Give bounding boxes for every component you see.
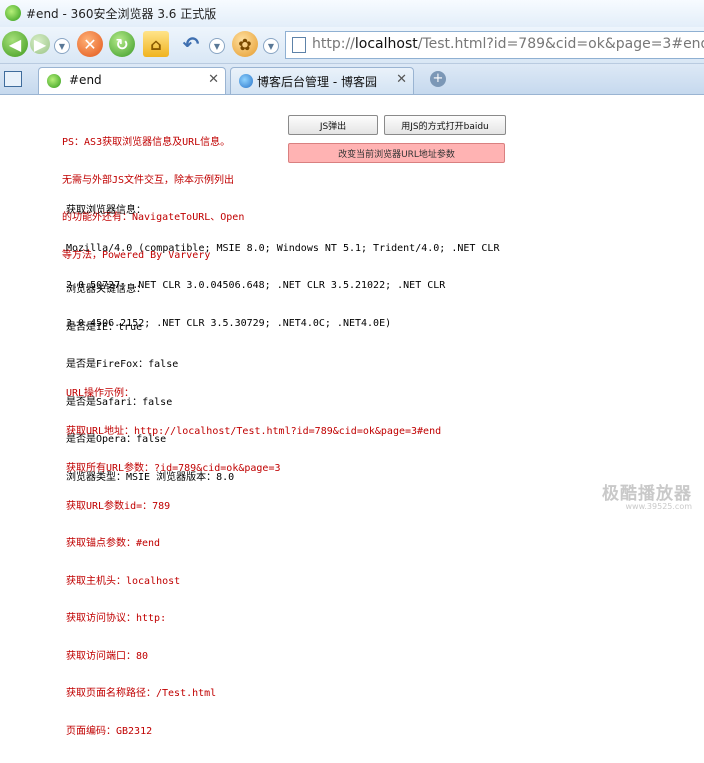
url-line: 获取所有URL参数：?id=789&cid=ok&page=3	[66, 463, 281, 474]
title-bar: #end - 360安全浏览器 3.6 正式版	[0, 0, 704, 28]
js-popup-button[interactable]: JS弹出	[288, 115, 378, 135]
url-line: 页面编码：GB2312	[66, 725, 153, 737]
watermark-title: 极酷播放器	[602, 484, 692, 504]
tab-label: 博客后台管理 - 博客园	[257, 75, 377, 89]
browser-logo-icon	[5, 5, 21, 21]
paw-dropdown-icon[interactable]: ▼	[263, 38, 279, 54]
key-info-heading: 浏览器关键信息：	[66, 284, 146, 295]
tab-blog-admin[interactable]: 博客后台管理 - 博客园 ✕	[230, 67, 414, 94]
watermark: 极酷播放器 www.39525.com	[602, 479, 692, 511]
navigation-toolbar: ◀ ▶ ▼ ✕ ↻ ⌂ ↶ ▼ ✿ ▼ http://localhost/Tes…	[0, 27, 704, 64]
close-tab-icon[interactable]: ✕	[208, 72, 219, 87]
stop-icon[interactable]: ✕	[77, 31, 103, 57]
url-examples: URL操作示例： 获取URL地址：http://localhost/Test.h…	[66, 363, 441, 763]
url-line: 获取URL参数id=：789	[66, 500, 171, 512]
sidebar-toggle-icon[interactable]	[4, 71, 22, 87]
address-url[interactable]: http://localhost/Test.html?id=789&cid=ok…	[312, 36, 704, 52]
browser-info-heading: 获取浏览器信息：	[66, 205, 146, 216]
tab-end[interactable]: #end ✕	[38, 67, 226, 94]
window-title: #end - 360安全浏览器 3.6 正式版	[26, 7, 217, 21]
url-line: 获取锚点参数：#end	[66, 538, 161, 549]
page-content: PS：AS3获取浏览器信息及URL信息。 无需与外部JS文件交互，除本示例列出 …	[0, 95, 704, 737]
browser-info-line: Mozilla/4.0 (compatible; MSIE 8.0; Windo…	[66, 242, 500, 254]
page-icon	[292, 37, 306, 53]
refresh-icon[interactable]: ↻	[109, 31, 135, 57]
tab-favicon-icon	[47, 74, 61, 88]
forward-arrow-icon[interactable]: ▶	[30, 34, 50, 54]
url-line: 获取URL地址：http://localhost/Test.html?id=78…	[66, 425, 442, 437]
tab-bar: #end ✕ 博客后台管理 - 博客园 ✕ +	[0, 64, 704, 95]
open-baidu-button[interactable]: 用JS的方式打开baidu	[384, 115, 506, 135]
new-tab-icon[interactable]: +	[430, 71, 446, 87]
close-tab-icon[interactable]: ✕	[396, 72, 407, 87]
change-url-button[interactable]: 改变当前浏览器URL地址参数	[288, 143, 505, 163]
key-info-line: 是否是IE：true	[66, 321, 143, 333]
url-line: 获取访问端口：80	[66, 650, 149, 662]
url-line: 获取访问协议：http:	[66, 613, 167, 624]
history-dropdown-icon[interactable]: ▼	[54, 38, 70, 54]
intro-line: PS：AS3获取浏览器信息及URL信息。	[62, 137, 231, 148]
tab-label: #end	[69, 73, 102, 87]
paw-icon[interactable]: ✿	[232, 31, 258, 57]
undo-icon[interactable]: ↶	[178, 31, 204, 57]
tab-favicon-icon	[239, 74, 253, 88]
home-icon[interactable]: ⌂	[143, 31, 169, 57]
url-examples-heading: URL操作示例：	[66, 388, 135, 399]
url-line: 获取页面名称路径：/Test.html	[66, 688, 217, 699]
url-line: 获取主机头：localhost	[66, 575, 181, 587]
back-arrow-icon[interactable]: ◀	[2, 31, 28, 57]
undo-dropdown-icon[interactable]: ▼	[209, 38, 225, 54]
address-bar[interactable]: http://localhost/Test.html?id=789&cid=ok…	[285, 31, 704, 59]
